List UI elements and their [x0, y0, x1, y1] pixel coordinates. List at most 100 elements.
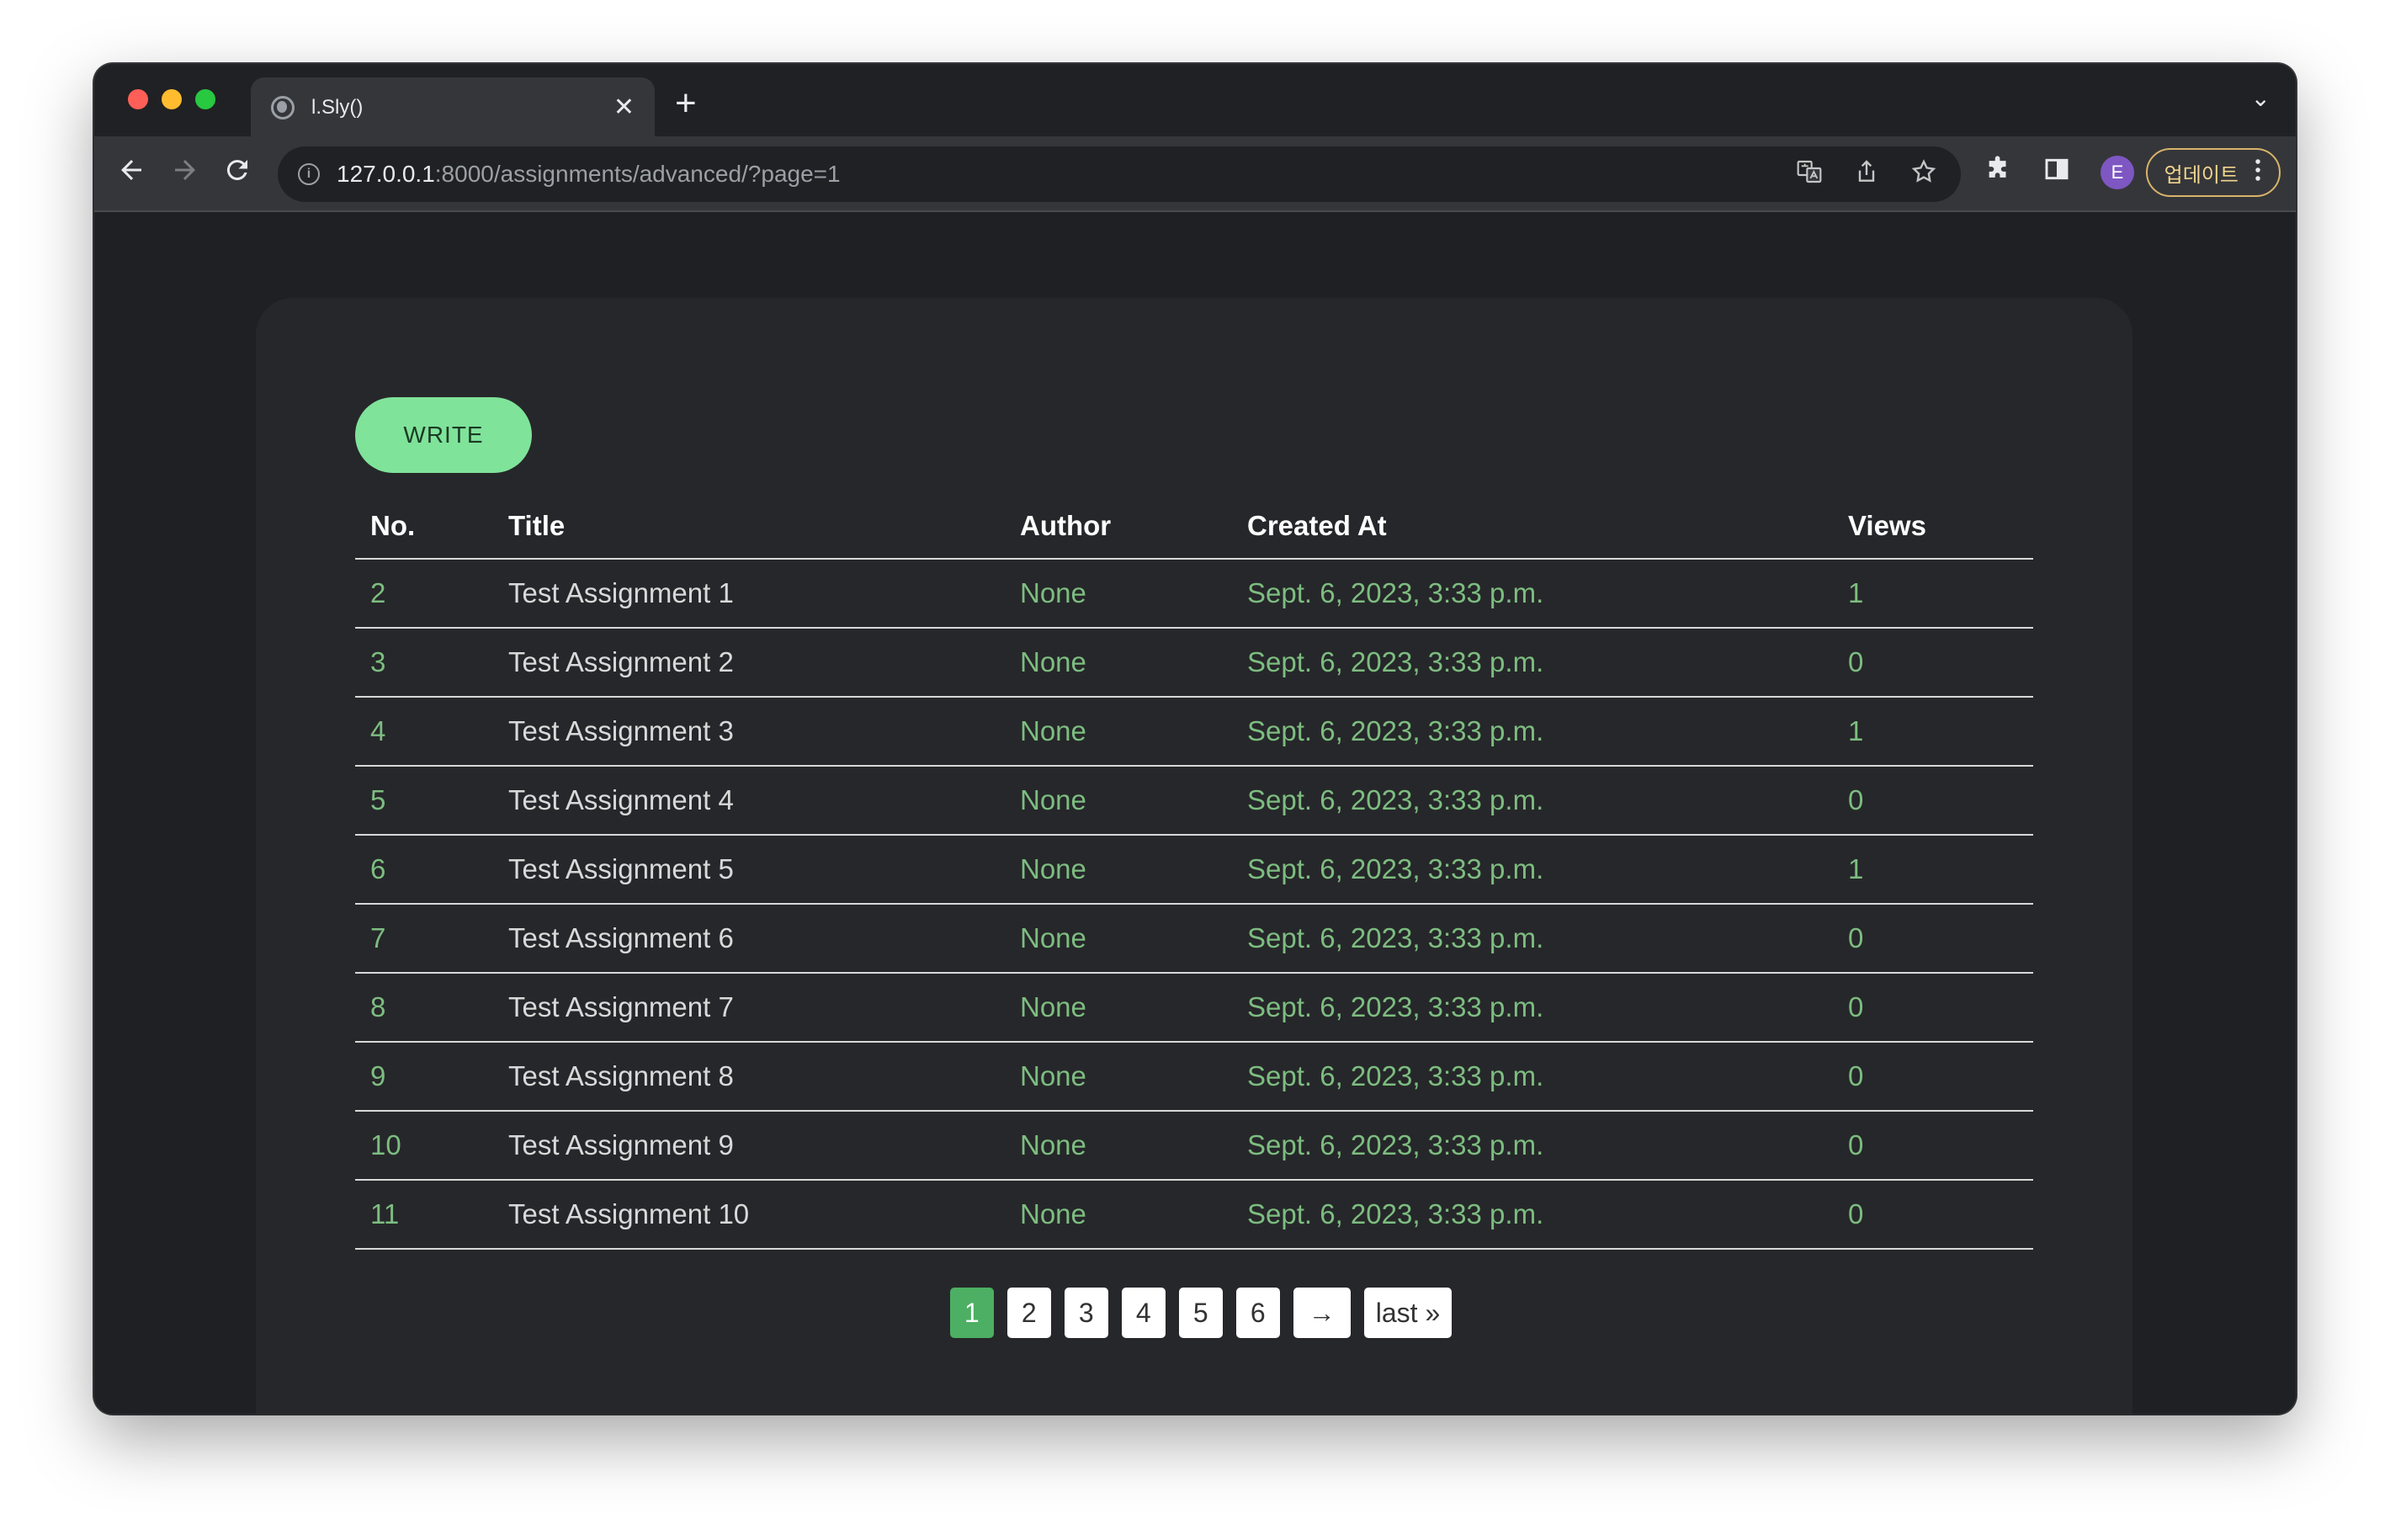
- table-row[interactable]: 9 Test Assignment 8 None Sept. 6, 2023, …: [355, 1042, 2033, 1112]
- cell-views: 0: [1833, 904, 2033, 974]
- cell-no: 4: [355, 697, 493, 767]
- cell-title-link[interactable]: Test Assignment 8: [493, 1042, 1005, 1112]
- browser-tab[interactable]: l.Sly() ✕: [251, 77, 655, 138]
- cell-author: None: [1005, 973, 1232, 1043]
- last-page-button[interactable]: last »: [1363, 1288, 1453, 1338]
- minimize-window-button[interactable]: [162, 89, 182, 109]
- table-row[interactable]: 5 Test Assignment 4 None Sept. 6, 2023, …: [355, 766, 2033, 836]
- cell-views: 0: [1833, 628, 2033, 698]
- address-bar[interactable]: i 127.0.0.1 :8000/assignments/advanced/?…: [278, 146, 1961, 202]
- close-tab-icon[interactable]: ✕: [613, 95, 635, 120]
- cell-created-at: Sept. 6, 2023, 3:33 p.m.: [1232, 1180, 1833, 1250]
- cell-views: 1: [1833, 697, 2033, 767]
- cell-author: None: [1005, 559, 1232, 629]
- cell-created-at: Sept. 6, 2023, 3:33 p.m.: [1232, 1042, 1833, 1112]
- maximize-window-button[interactable]: [195, 89, 215, 109]
- tab-search-icon[interactable]: ⌄: [2251, 84, 2270, 112]
- page-button-1[interactable]: 1: [949, 1288, 994, 1338]
- column-header-created-at: Created At: [1232, 493, 1833, 560]
- cell-views: 1: [1833, 835, 2033, 905]
- cell-no: 8: [355, 973, 493, 1043]
- cell-author: None: [1005, 628, 1232, 698]
- profile-avatar[interactable]: E: [2101, 156, 2134, 189]
- assignments-table: No. Title Author Created At Views 2 Test…: [355, 493, 2033, 1250]
- url-host: 127.0.0.1: [337, 161, 435, 187]
- extension-area: E: [1984, 155, 2134, 190]
- cell-views: 0: [1833, 1180, 2033, 1250]
- cell-no: 11: [355, 1180, 493, 1250]
- cell-author: None: [1005, 1180, 1232, 1250]
- page-button-4[interactable]: 4: [1121, 1288, 1166, 1338]
- cell-author: None: [1005, 835, 1232, 905]
- cell-author: None: [1005, 697, 1232, 767]
- url-path: :8000/assignments/advanced/?page=1: [434, 161, 841, 187]
- extensions-puzzle-icon[interactable]: [1984, 155, 2013, 190]
- table-row[interactable]: 4 Test Assignment 3 None Sept. 6, 2023, …: [355, 697, 2033, 767]
- globe-icon: [271, 96, 295, 119]
- cell-created-at: Sept. 6, 2023, 3:33 p.m.: [1232, 697, 1833, 767]
- cell-no: 10: [355, 1111, 493, 1181]
- update-button[interactable]: 업데이트: [2145, 148, 2281, 197]
- cell-title-link[interactable]: Test Assignment 9: [493, 1111, 1005, 1181]
- cell-no: 9: [355, 1042, 493, 1112]
- cell-no: 2: [355, 559, 493, 629]
- table-row[interactable]: 2 Test Assignment 1 None Sept. 6, 2023, …: [355, 559, 2033, 629]
- cell-title-link[interactable]: Test Assignment 6: [493, 904, 1005, 974]
- side-panel-icon[interactable]: [2043, 156, 2070, 189]
- page-button-5[interactable]: 5: [1178, 1288, 1223, 1338]
- table-row[interactable]: 10 Test Assignment 9 None Sept. 6, 2023,…: [355, 1111, 2033, 1181]
- page-button-2[interactable]: 2: [1006, 1288, 1051, 1338]
- pagination: 1 2 3 4 5 6 → last »: [256, 1288, 2132, 1338]
- table-row[interactable]: 3 Test Assignment 2 None Sept. 6, 2023, …: [355, 628, 2033, 698]
- cell-author: None: [1005, 904, 1232, 974]
- page-button-3[interactable]: 3: [1064, 1288, 1108, 1338]
- bookmark-star-icon[interactable]: [1910, 158, 1937, 192]
- cell-no: 5: [355, 766, 493, 836]
- cell-views: 0: [1833, 973, 2033, 1043]
- close-window-button[interactable]: [128, 89, 148, 109]
- cell-title-link[interactable]: Test Assignment 1: [493, 559, 1005, 629]
- cell-title-link[interactable]: Test Assignment 2: [493, 628, 1005, 698]
- browser-window: l.Sly() ✕ + ⌄ i 127.0.0.1 :8000/assignme…: [94, 64, 2296, 1414]
- cell-views: 1: [1833, 559, 2033, 629]
- cell-no: 7: [355, 904, 493, 974]
- tab-strip: l.Sly() ✕ + ⌄: [94, 64, 2296, 138]
- content-card: WRITE No. Title Author Created At Views …: [256, 298, 2132, 1414]
- next-page-button[interactable]: →: [1293, 1288, 1351, 1338]
- cell-views: 0: [1833, 1111, 2033, 1181]
- reload-icon[interactable]: [222, 155, 252, 194]
- column-header-title: Title: [493, 493, 1005, 560]
- table-row[interactable]: 7 Test Assignment 6 None Sept. 6, 2023, …: [355, 904, 2033, 974]
- forward-arrow-icon[interactable]: [170, 155, 200, 194]
- cell-title-link[interactable]: Test Assignment 4: [493, 766, 1005, 836]
- kebab-menu-icon[interactable]: [2254, 157, 2262, 189]
- table-row[interactable]: 11 Test Assignment 10 None Sept. 6, 2023…: [355, 1180, 2033, 1250]
- cell-views: 0: [1833, 1042, 2033, 1112]
- table-row[interactable]: 6 Test Assignment 5 None Sept. 6, 2023, …: [355, 835, 2033, 905]
- cell-title-link[interactable]: Test Assignment 7: [493, 973, 1005, 1043]
- share-icon[interactable]: [1853, 158, 1880, 192]
- page-button-6[interactable]: 6: [1235, 1288, 1280, 1338]
- cell-author: None: [1005, 1111, 1232, 1181]
- cell-author: None: [1005, 766, 1232, 836]
- cell-title-link[interactable]: Test Assignment 10: [493, 1180, 1005, 1250]
- table-row[interactable]: 8 Test Assignment 7 None Sept. 6, 2023, …: [355, 973, 2033, 1043]
- cell-no: 3: [355, 628, 493, 698]
- back-arrow-icon[interactable]: [116, 155, 146, 194]
- translate-icon[interactable]: [1796, 158, 1823, 192]
- cell-created-at: Sept. 6, 2023, 3:33 p.m.: [1232, 904, 1833, 974]
- cell-created-at: Sept. 6, 2023, 3:33 p.m.: [1232, 559, 1833, 629]
- cell-created-at: Sept. 6, 2023, 3:33 p.m.: [1232, 973, 1833, 1043]
- cell-title-link[interactable]: Test Assignment 5: [493, 835, 1005, 905]
- cell-title-link[interactable]: Test Assignment 3: [493, 697, 1005, 767]
- new-tab-button[interactable]: +: [675, 82, 697, 125]
- page-viewport: WRITE No. Title Author Created At Views …: [94, 214, 2296, 1414]
- column-header-author: Author: [1005, 493, 1232, 560]
- update-label: 업데이트: [2164, 163, 2239, 187]
- cell-created-at: Sept. 6, 2023, 3:33 p.m.: [1232, 1111, 1833, 1181]
- cell-views: 0: [1833, 766, 2033, 836]
- site-info-icon[interactable]: i: [298, 163, 320, 185]
- write-button[interactable]: WRITE: [355, 397, 532, 473]
- cell-author: None: [1005, 1042, 1232, 1112]
- tab-title: l.Sly(): [311, 96, 364, 119]
